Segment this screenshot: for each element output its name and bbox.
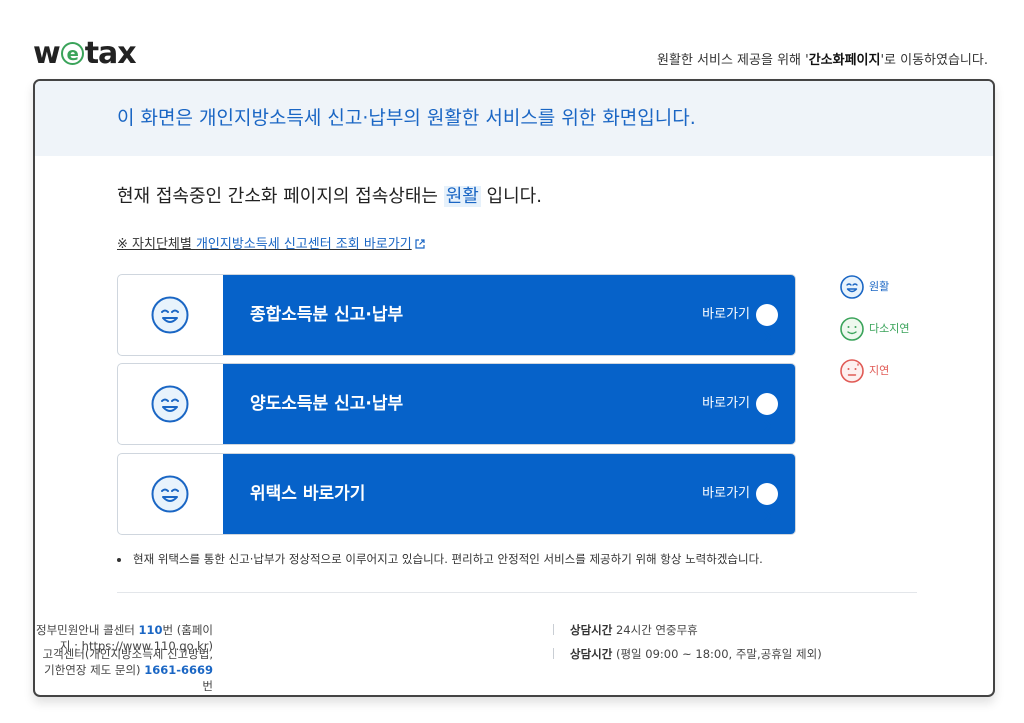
card-title: 위택스 바로가기 [250,484,366,504]
footer-customer-center: 고객센터(개인지방소득세 신고방법, 기한연장 제도 문의) 1661-6669… [35,646,214,694]
card-comprehensive-income[interactable]: 종합소득분 신고·납부 바로가기 [117,274,796,356]
redirect-page-name: 간소화페이지 [808,53,881,68]
card-wetax-shortcut[interactable]: 위택스 바로가기 바로가기 [117,453,796,535]
status-pre: 현재 접속중인 간소화 페이지의 접속상태는 [117,186,444,207]
footer-hours-1: 상담시간 24시간 연중무휴 [570,622,698,638]
go-label: 바로가기 [702,396,750,411]
footer-hours-2: 상담시간 (평일 09:00 ~ 18:00, 주말,공휴일 제외) [570,646,822,662]
info-banner: 이 화면은 개인지방소득세 신고·납부의 원활한 서비스를 위한 화면입니다. [35,81,993,156]
hours-value: (평일 09:00 ~ 18:00, 주말,공휴일 제외) [612,647,822,661]
legend-slight-delay: 다소지연 [840,317,909,341]
go-button[interactable]: 바로가기 [702,454,778,534]
hours-label: 상담시간 [570,647,613,661]
footer-separator [553,624,554,635]
callcenter-number: 110 [138,623,163,637]
smooth-face-icon [840,275,864,299]
callcenter-label: 정부민원안내 콜센터 [35,623,139,637]
local-link-text[interactable]: 개인지방소득세 신고센터 조회 바로가기 [196,237,412,252]
card-capital-gains[interactable]: 양도소득분 신고·납부 바로가기 [117,363,796,445]
local-center-link[interactable]: ※ 자치단체별 개인지방소득세 신고센터 조회 바로가기 [117,233,425,252]
chevron-right-icon [756,303,778,343]
go-button[interactable]: 바로가기 [702,275,778,355]
card-title: 양도소득분 신고·납부 [250,394,404,414]
logo-text-w: w [33,36,61,71]
card-action-area[interactable]: 위택스 바로가기 바로가기 [223,454,795,534]
customer-center-number: 1661-6669 [144,663,213,677]
chevron-right-icon [756,392,778,432]
smooth-face-icon [151,385,189,423]
legend-label: 다소지연 [869,322,910,335]
card-status-cell [118,275,223,355]
connection-status: 현재 접속중인 간소화 페이지의 접속상태는 원활 입니다. [117,182,542,208]
logo-e-circle: e [60,42,84,65]
card-status-cell [118,364,223,444]
redirect-notice: 원활한 서비스 제공을 위해 '간소화페이지'로 이동하였습니다. [657,49,988,68]
go-label: 바로가기 [702,486,750,501]
footer-separator [553,648,554,659]
go-button[interactable]: 바로가기 [702,364,778,444]
chevron-right-icon [756,482,778,522]
legend-delay: 지연 [840,359,889,383]
local-link-prefix: ※ 자치단체별 [117,237,196,252]
wetax-logo[interactable]: w e tax [33,36,137,71]
main-panel: 이 화면은 개인지방소득세 신고·납부의 원활한 서비스를 위한 화면입니다. … [33,79,995,697]
service-notice: 현재 위택스를 통한 신고·납부가 정상적으로 이루어지고 있습니다. 편리하고… [117,551,763,567]
footer-divider [117,592,917,593]
hours-value: 24시간 연중무휴 [612,623,698,637]
status-value: 원활 [443,186,481,207]
logo-text-tax: tax [84,36,137,71]
card-action-area[interactable]: 종합소득분 신고·납부 바로가기 [223,275,795,355]
card-status-cell [118,454,223,534]
legend-smooth: 원활 [840,275,889,299]
status-post: 입니다. [480,186,542,207]
customer-center-suffix: 번 [202,679,213,693]
redirect-post: '로 이동하였습니다. [880,53,988,68]
sad-face-icon [840,359,864,383]
hours-label: 상담시간 [570,623,613,637]
legend-label: 원활 [869,280,890,293]
neutral-face-icon [840,317,864,341]
external-link-icon [415,239,425,249]
legend-label: 지연 [869,364,890,377]
smooth-face-icon [151,475,189,513]
redirect-pre: 원활한 서비스 제공을 위해 ' [657,53,809,68]
go-label: 바로가기 [702,307,750,322]
card-action-area[interactable]: 양도소득분 신고·납부 바로가기 [223,364,795,444]
card-title: 종합소득분 신고·납부 [250,305,404,325]
smooth-face-icon [151,296,189,334]
